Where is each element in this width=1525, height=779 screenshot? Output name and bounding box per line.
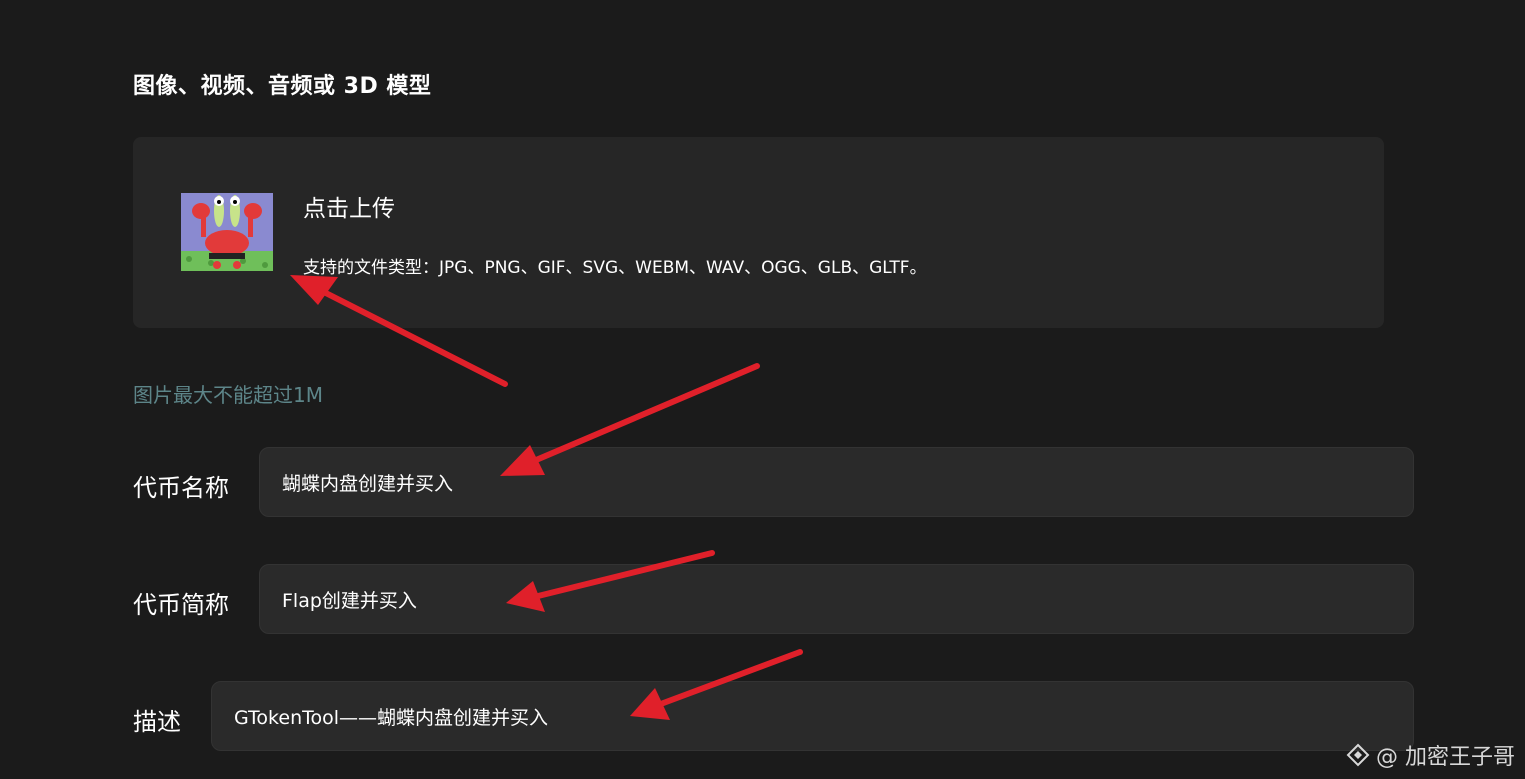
description-input[interactable]: GTokenTool——蝴蝶内盘创建并买入 xyxy=(211,681,1414,751)
upload-dropzone[interactable]: 点击上传 支持的文件类型：JPG、PNG、GIF、SVG、WEBM、WAV、OG… xyxy=(133,137,1384,328)
file-types-hint: 支持的文件类型：JPG、PNG、GIF、SVG、WEBM、WAV、OGG、GLB… xyxy=(303,258,927,278)
token-create-form: 图像、视频、音频或 3D 模型 点击上传 支持的文件类型：JPG、PNG、GIF… xyxy=(0,0,1525,779)
token-symbol-input[interactable]: Flap创建并买入 xyxy=(259,564,1414,634)
token-name-label: 代币名称 xyxy=(133,474,229,502)
watermark-text: @ 加密王子哥 xyxy=(1376,745,1515,770)
token-name-input[interactable]: 蝴蝶内盘创建并买入 xyxy=(259,447,1414,517)
size-limit-note: 图片最大不能超过1M xyxy=(133,383,323,407)
diamond-logo-icon xyxy=(1346,743,1370,767)
upload-label[interactable]: 点击上传 xyxy=(303,189,395,223)
uploaded-image-thumbnail xyxy=(181,193,273,271)
token-symbol-label: 代币简称 xyxy=(133,591,229,619)
section-title: 图像、视频、音频或 3D 模型 xyxy=(133,74,432,99)
description-label: 描述 xyxy=(133,708,181,736)
watermark: @ 加密王子哥 xyxy=(1346,739,1515,771)
